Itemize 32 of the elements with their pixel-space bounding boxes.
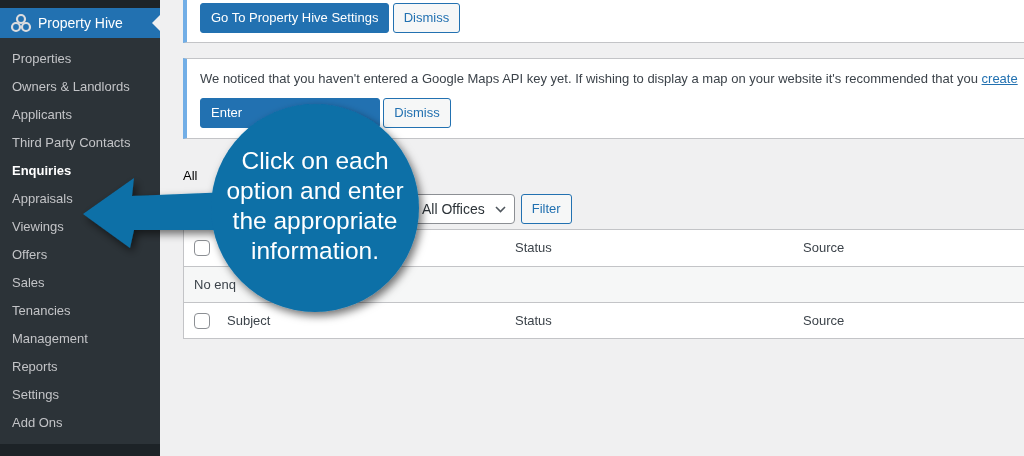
menu-item[interactable]: Management (0, 325, 160, 353)
notice-text: We noticed that you haven't entered a Google Maps API key yet. If wishing to display a map on your website it's recommended that you create (200, 70, 1018, 88)
checkbox[interactable] (194, 312, 210, 329)
dismiss-button[interactable]: Dismiss (383, 97, 451, 128)
view-link[interactable]: All (183, 166, 198, 186)
menu-item[interactable]: Properties (0, 45, 160, 73)
column-footer[interactable]: Status (515, 312, 552, 328)
callout-text: Click on each option and enter the appropriate information. (225, 146, 405, 266)
primary-button[interactable]: Go To Property Hive Settings (200, 3, 390, 33)
filter-button[interactable]: Filter (520, 194, 572, 224)
menu-item[interactable]: Enquiries (0, 157, 160, 185)
sidebar-header[interactable]: Property Hive (0, 8, 160, 38)
menu-item[interactable]: Owners & Landlords (0, 73, 160, 101)
empty-message: No enq (193, 275, 236, 294)
column-footer[interactable]: Subject (227, 312, 271, 328)
menu-item[interactable]: Sales (0, 269, 160, 297)
column-footer[interactable]: Source (803, 312, 845, 328)
hive-icon (10, 13, 32, 33)
menu-item[interactable]: Reports (0, 353, 160, 381)
column-header[interactable]: Status (515, 240, 552, 256)
menu-item[interactable]: Third Party Contacts (0, 129, 160, 157)
menu-item[interactable]: Offers (0, 241, 160, 269)
menu-item[interactable]: Add Ons (0, 409, 160, 437)
column-header[interactable]: Source (803, 240, 845, 256)
chevron-down-icon (494, 205, 506, 213)
sidebar-title: Property Hive (38, 13, 123, 33)
menu-item[interactable]: Applicants (0, 101, 160, 129)
menu-item[interactable]: Settings (0, 381, 160, 409)
dismiss-button[interactable]: Dismiss (392, 3, 461, 33)
menu-item[interactable]: Tenancies (0, 297, 160, 325)
create-link[interactable]: create (981, 71, 1018, 86)
checkbox[interactable] (194, 240, 210, 256)
